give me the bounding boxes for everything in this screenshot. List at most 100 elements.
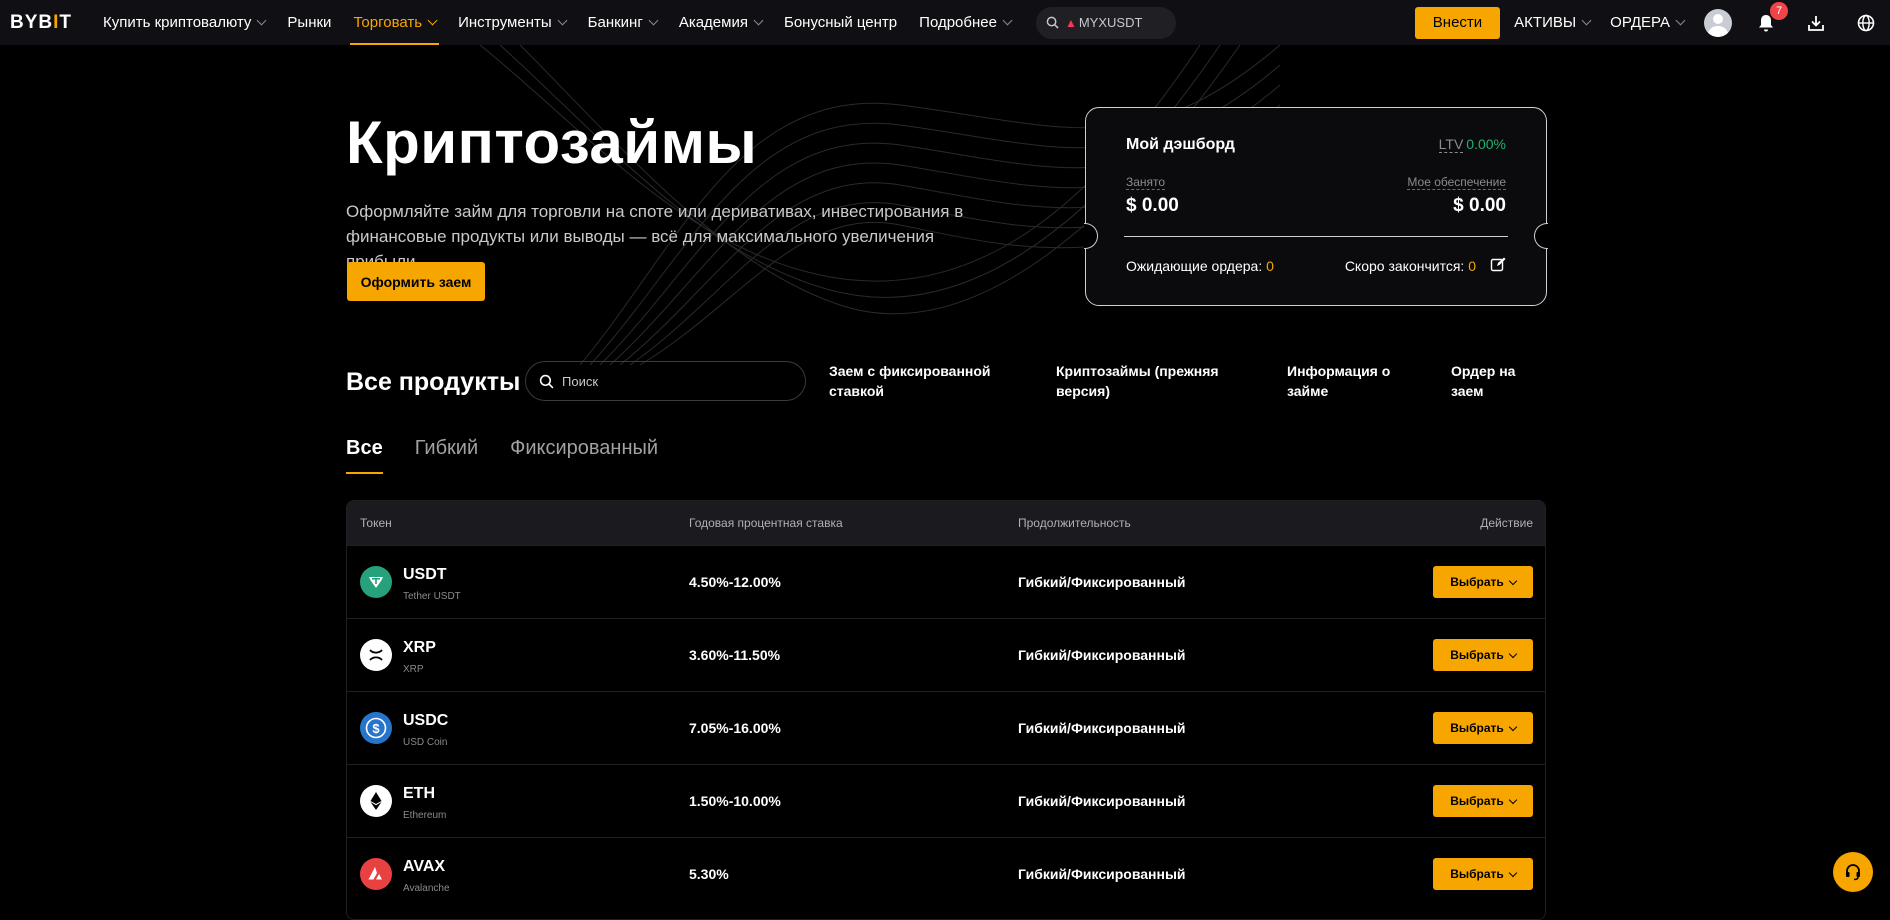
- select-button[interactable]: Выбрать: [1433, 712, 1533, 744]
- assets-label: АКТИВЫ: [1514, 14, 1577, 31]
- duration: Гибкий/Фиксированный: [1018, 647, 1186, 663]
- products-section-title: Все продукты: [346, 368, 521, 396]
- select-button[interactable]: Выбрать: [1433, 566, 1533, 598]
- table-header: Токен Годовая процентная ставка Продолжи…: [347, 501, 1545, 545]
- nav-item-label: Банкинг: [587, 14, 643, 31]
- expiring-soon[interactable]: Скоро закончится: 0: [1345, 258, 1476, 274]
- duration: Гибкий/Фиксированный: [1018, 866, 1186, 882]
- token-name: Ethereum: [403, 810, 447, 821]
- deposit-button[interactable]: Внести: [1414, 6, 1501, 39]
- my-dashboard-card: Мой дэшборд LTV 0.00% Занято $ 0.00 Мое о…: [1084, 107, 1548, 306]
- annual-rate: 1.50%-10.00%: [689, 793, 781, 809]
- collateral-label[interactable]: Мое обеспечение: [1407, 175, 1506, 190]
- nav-item-label: Рынки: [287, 14, 332, 31]
- nav-menu: Купить криптовалюту Рынки Торговать Инст…: [92, 0, 1022, 45]
- avatar[interactable]: [1704, 8, 1732, 37]
- select-button-label: Выбрать: [1450, 648, 1504, 662]
- notifications-button[interactable]: 7: [1754, 1, 1788, 35]
- chevron-down-icon: [1508, 722, 1518, 731]
- duration: Гибкий/Фиксированный: [1018, 720, 1186, 736]
- notification-badge: 7: [1770, 1, 1788, 20]
- annual-rate: 5.30%: [689, 866, 729, 882]
- svg-text:$: $: [372, 721, 380, 736]
- select-button[interactable]: Выбрать: [1433, 785, 1533, 817]
- nav-search-box[interactable]: ▲ MYXUSDT: [1035, 6, 1176, 39]
- orders-menu[interactable]: ОРДЕРА: [1610, 14, 1686, 31]
- select-button[interactable]: Выбрать: [1433, 858, 1533, 890]
- nav-item-label: Академия: [678, 14, 748, 31]
- nav-item-label: Бонусный центр: [783, 14, 898, 31]
- token-symbol: ETH: [403, 785, 435, 802]
- borrowed-label[interactable]: Занято: [1126, 175, 1166, 190]
- take-loan-button[interactable]: Оформить заем: [347, 262, 485, 301]
- download-button[interactable]: [1804, 11, 1828, 35]
- nav-right: Внести АКТИВЫ ОРДЕРА 7: [1414, 0, 1890, 45]
- annual-rate: 3.60%-11.50%: [689, 647, 781, 663]
- link-fixed-rate-loan[interactable]: Заем с фиксированной ставкой: [829, 361, 999, 401]
- link-loan-order[interactable]: Ордер на заем: [1451, 361, 1541, 401]
- headset-icon: [1846, 864, 1860, 881]
- bybit-logo[interactable]: BYB I T: [10, 12, 72, 34]
- nav-item-trade[interactable]: Торговать: [342, 0, 447, 45]
- dashboard-title: Мой дэшборд: [1126, 136, 1235, 153]
- table-row: $ USDC USD Coin 7.05%-16.00% Гибкий/Фикс…: [347, 691, 1545, 764]
- chevron-down-icon: [1508, 649, 1518, 658]
- orders-label: ОРДЕРА: [1610, 14, 1670, 31]
- tether-icon: [360, 566, 392, 598]
- nav-item-buy-crypto[interactable]: Купить криптовалюту: [92, 0, 276, 45]
- nav-item-bonus-center[interactable]: Бонусный центр: [773, 0, 908, 45]
- nav-item-more[interactable]: Подробнее: [908, 0, 1022, 45]
- nav-item-label: Инструменты: [458, 14, 552, 31]
- assets-menu[interactable]: АКТИВЫ: [1514, 14, 1592, 31]
- chevron-down-icon: [557, 15, 568, 26]
- collateral-value: $ 0.00: [1453, 195, 1506, 216]
- nav-item-markets[interactable]: Рынки: [276, 0, 342, 45]
- ltv-indicator: LTV 0.00%: [1438, 136, 1506, 153]
- product-tabs: Все Гибкий Фиксированный: [346, 437, 690, 474]
- ticket-notch-right: [1534, 223, 1548, 249]
- token-symbol: USDT: [403, 566, 447, 583]
- token-symbol: USDC: [403, 712, 449, 729]
- select-button[interactable]: Выбрать: [1433, 639, 1533, 671]
- ltv-value: 0.00%: [1466, 136, 1506, 152]
- products-table: Токен Годовая процентная ставка Продолжи…: [346, 500, 1546, 920]
- table-row: ETH Ethereum 1.50%-10.00% Гибкий/Фиксиро…: [347, 764, 1545, 837]
- token-symbol: XRP: [403, 639, 436, 656]
- nav-item-banking[interactable]: Банкинг: [577, 0, 668, 45]
- download-icon: [1808, 15, 1824, 31]
- duration: Гибкий/Фиксированный: [1018, 574, 1186, 590]
- select-button-label: Выбрать: [1450, 867, 1504, 881]
- tab-all[interactable]: Все: [346, 437, 383, 474]
- tab-flexible[interactable]: Гибкий: [415, 437, 478, 474]
- settings-button[interactable]: [1854, 11, 1878, 35]
- select-button-label: Выбрать: [1450, 575, 1504, 589]
- token-name: USD Coin: [403, 737, 448, 748]
- column-header-duration: Продолжительность: [1018, 516, 1131, 530]
- link-legacy-crypto-loans[interactable]: Криптозаймы (прежняя версия): [1056, 361, 1226, 401]
- support-chat-button[interactable]: [1833, 852, 1873, 892]
- column-header-action: Действие: [1480, 516, 1533, 530]
- annual-rate: 4.50%-12.00%: [689, 574, 781, 590]
- nav-item-academy[interactable]: Академия: [668, 0, 773, 45]
- nav-item-tools[interactable]: Инструменты: [447, 0, 577, 45]
- expiring-soon-label: Скоро закончится:: [1344, 258, 1465, 274]
- chevron-down-icon: [648, 15, 659, 26]
- link-loan-info[interactable]: Информация о займе: [1287, 361, 1407, 401]
- table-row: AVAX Avalanche 5.30% Гибкий/Фиксированны…: [347, 837, 1545, 910]
- duration: Гибкий/Фиксированный: [1018, 793, 1186, 809]
- search-input[interactable]: [562, 373, 782, 389]
- usdc-icon: $: [360, 712, 392, 744]
- ltv-label[interactable]: LTV: [1438, 136, 1464, 153]
- table-row: USDT Tether USDT 4.50%-12.00% Гибкий/Фик…: [347, 545, 1545, 618]
- nav-item-label: Торговать: [353, 14, 423, 31]
- tab-fixed[interactable]: Фиксированный: [510, 437, 658, 474]
- product-search[interactable]: [525, 361, 806, 401]
- pending-orders-value: 0: [1266, 258, 1274, 274]
- xrp-icon: [360, 639, 392, 671]
- token-name: Tether USDT: [403, 591, 461, 602]
- fire-icon: ▲: [1064, 15, 1077, 30]
- pending-orders[interactable]: Ожидающие ордера: 0: [1126, 258, 1274, 274]
- annual-rate: 7.05%-16.00%: [689, 720, 781, 736]
- edit-icon[interactable]: [1490, 257, 1506, 273]
- select-button-label: Выбрать: [1450, 721, 1504, 735]
